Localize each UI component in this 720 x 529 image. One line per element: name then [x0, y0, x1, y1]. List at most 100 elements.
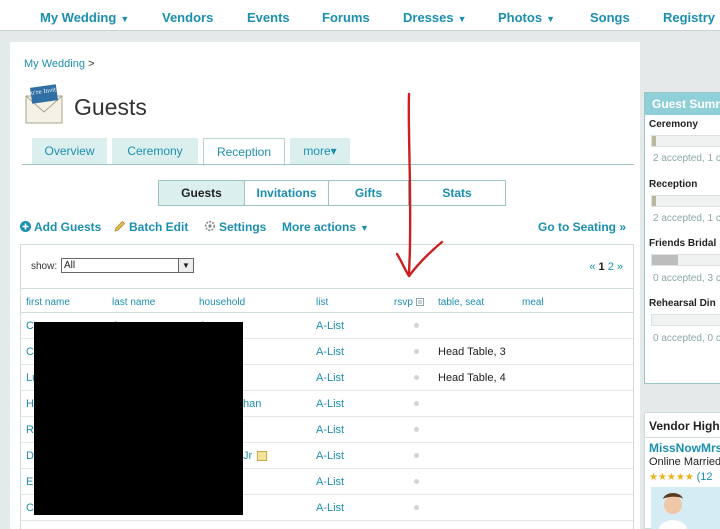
vendor-photo[interactable] — [651, 487, 720, 529]
column-last-name[interactable]: last name — [112, 297, 155, 308]
breadcrumb-my-wedding[interactable]: My Wedding — [24, 58, 85, 70]
summary-event-stats: 2 accepted, 1 c — [653, 153, 720, 164]
sort-icon[interactable] — [415, 297, 424, 308]
breadcrumb-separator: > — [88, 58, 95, 70]
column-first-name[interactable]: first name — [26, 297, 70, 308]
nav-forums[interactable]: Forums — [322, 10, 370, 25]
rsvp-status-dot[interactable] — [414, 479, 419, 484]
summary-progress-bar — [651, 195, 720, 207]
rsvp-status-dot[interactable] — [414, 401, 419, 406]
cell-list[interactable]: A-List — [316, 398, 344, 410]
cell-household[interactable]: Jr — [243, 450, 252, 462]
nav-registry[interactable]: Registry — [663, 10, 715, 25]
vendor-rating: ★★★★★ (12 — [649, 471, 713, 483]
summary-progress-bar — [651, 314, 720, 326]
pager-page-2[interactable]: 2 — [608, 261, 614, 273]
rsvp-status-dot[interactable] — [414, 505, 419, 510]
cell-first-name[interactable]: C — [26, 502, 34, 514]
settings-button[interactable]: Settings — [204, 220, 266, 234]
tab-overview[interactable]: Overview — [32, 138, 107, 165]
rsvp-status-dot[interactable] — [414, 375, 419, 380]
cell-first-name[interactable]: C — [26, 346, 34, 358]
top-navigation-bar: My Wedding ▼ Vendors Events Forums Dresse… — [0, 0, 720, 31]
guest-summary-panel: Guest Summ Ceremony 2 accepted, 1 c Rece… — [644, 92, 720, 384]
summary-event-name: Friends Bridal — [649, 238, 717, 249]
nav-songs[interactable]: Songs — [590, 10, 630, 25]
add-guests-button[interactable]: Add Guests — [20, 220, 101, 234]
subtab-invitations[interactable]: Invitations — [244, 181, 328, 205]
summary-progress-bar — [651, 254, 720, 266]
pager-next[interactable]: » — [617, 261, 623, 273]
chevron-down-icon: ▼ — [546, 14, 555, 24]
summary-event-name: Rehearsal Din — [649, 298, 716, 309]
nav-photos[interactable]: Photos ▼ — [498, 10, 555, 25]
filter-bar: show: All ▼ « 1 2 » — [21, 245, 633, 289]
summary-event-stats: 0 accepted, 3 c — [653, 273, 720, 284]
nav-events[interactable]: Events — [247, 10, 290, 25]
more-actions-button[interactable]: More actions ▼ — [282, 220, 369, 234]
rsvp-status-dot[interactable] — [414, 349, 419, 354]
nav-vendors[interactable]: Vendors — [162, 10, 213, 25]
show-filter-select[interactable]: All ▼ — [61, 258, 194, 273]
note-icon[interactable] — [257, 450, 267, 464]
gear-icon — [204, 220, 216, 234]
summary-progress-fill — [652, 196, 656, 206]
top-navigation: My Wedding ▼ Vendors Events Forums Dresse… — [0, 0, 720, 34]
summary-progress-fill — [652, 255, 678, 265]
summary-progress-bar — [651, 135, 720, 147]
cell-list[interactable]: A-List — [316, 476, 344, 488]
vendor-subtitle: Online Married — [649, 456, 720, 468]
cell-list[interactable]: A-List — [316, 320, 344, 332]
guest-summary-title: Guest Summ — [645, 93, 720, 115]
summary-event-name: Reception — [649, 179, 698, 190]
chevron-down-icon: ▼ — [178, 259, 193, 272]
tab-ceremony[interactable]: Ceremony — [112, 138, 198, 165]
chevron-down-icon: ▼ — [360, 223, 369, 233]
cell-list[interactable]: A-List — [316, 346, 344, 358]
cell-list[interactable]: A-List — [316, 372, 344, 384]
plus-circle-icon — [20, 220, 31, 234]
pencil-icon — [114, 220, 126, 234]
cell-table-seat: Head Table, 4 — [438, 372, 506, 384]
rsvp-status-dot[interactable] — [414, 453, 419, 458]
cell-first-name[interactable]: H — [26, 398, 34, 410]
nav-dresses[interactable]: Dresses ▼ — [403, 10, 467, 25]
summary-progress-fill — [652, 136, 656, 146]
pagination: « 1 2 » — [589, 261, 623, 273]
pager-prev[interactable]: « — [589, 261, 595, 273]
column-list[interactable]: list — [316, 297, 328, 308]
cell-first-name[interactable]: C — [26, 320, 34, 332]
cell-list[interactable]: A-List — [316, 502, 344, 514]
column-table-seat[interactable]: table, seat — [438, 297, 484, 308]
batch-edit-button[interactable]: Batch Edit — [114, 220, 188, 234]
cell-list[interactable]: A-List — [316, 450, 344, 462]
tab-divider — [22, 164, 634, 165]
cell-household[interactable]: han — [243, 398, 261, 410]
cell-first-name[interactable]: D — [26, 450, 34, 462]
vendor-review-count[interactable]: (12 — [697, 471, 713, 483]
tab-more[interactable]: more▾ — [290, 138, 350, 165]
go-to-seating-link[interactable]: Go to Seating » — [538, 220, 626, 234]
summary-event-stats: 0 accepted, 0 c — [653, 333, 720, 344]
nav-my-wedding[interactable]: My Wedding ▼ — [40, 10, 129, 25]
summary-event-stats: 2 accepted, 1 c — [653, 213, 720, 224]
column-meal[interactable]: meal — [522, 297, 544, 308]
breadcrumb: My Wedding > — [24, 58, 94, 70]
chevron-down-icon: ▼ — [457, 14, 467, 24]
vendor-highlight-title: Vendor High — [649, 419, 720, 433]
vendor-divider — [645, 437, 720, 438]
tab-reception[interactable]: Reception — [203, 138, 285, 166]
invitation-envelope-icon: You're Invited — [23, 84, 64, 126]
cell-list[interactable]: A-List — [316, 424, 344, 436]
rsvp-status-dot[interactable] — [414, 427, 419, 432]
vendor-name-link[interactable]: MissNowMrs — [649, 441, 720, 455]
column-rsvp[interactable]: rsvp — [394, 297, 424, 308]
column-household[interactable]: household — [199, 297, 245, 308]
pager-page-1: 1 — [598, 261, 605, 273]
show-label: show: — [31, 261, 58, 272]
annotation-arrow — [395, 92, 444, 278]
redaction-block — [34, 322, 243, 515]
subtab-guests[interactable]: Guests — [159, 181, 244, 205]
summary-event-name: Ceremony — [649, 119, 698, 130]
rsvp-status-dot[interactable] — [414, 323, 419, 328]
